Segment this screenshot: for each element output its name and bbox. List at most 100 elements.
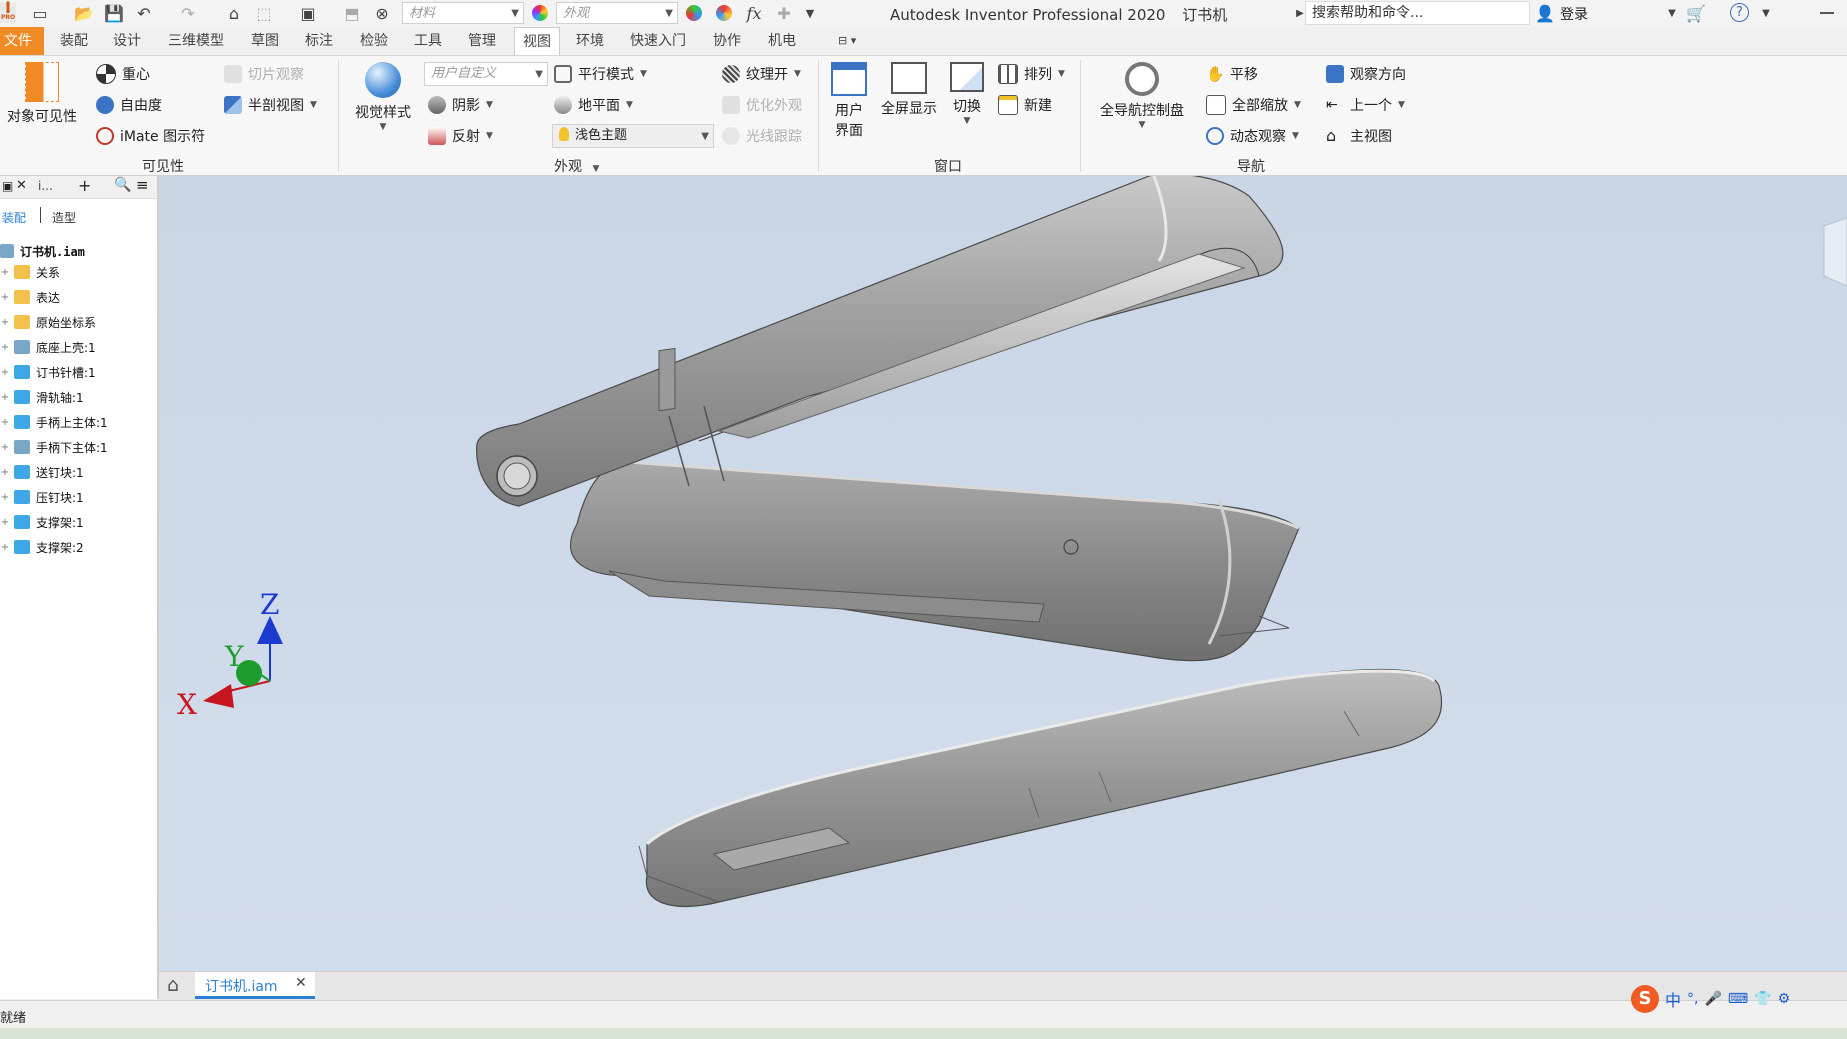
cart-icon[interactable]: 🛒 — [1686, 3, 1706, 23]
ime-lang[interactable]: 中 — [1665, 987, 1681, 1011]
tab-file[interactable]: 文件 — [0, 27, 44, 55]
pan-button[interactable]: ✋ 平移 — [1206, 64, 1258, 84]
stapler-base[interactable] — [638, 668, 1443, 908]
viewcube[interactable] — [1823, 217, 1847, 287]
expand-icon[interactable]: + — [0, 417, 10, 428]
texture-on-button[interactable]: 纹理开 ▼ — [722, 64, 801, 84]
redo-icon[interactable]: ↷ — [178, 3, 198, 23]
document-tab[interactable]: 订书机.iam ✕ — [195, 972, 315, 999]
home-view-button[interactable]: ⌂ 主视图 — [1326, 126, 1392, 146]
tab-sketch[interactable]: 草图 — [243, 27, 287, 55]
select-icon[interactable]: ⬚ — [254, 3, 274, 23]
tab-assemble[interactable]: 装配 — [52, 27, 96, 55]
stapler-model[interactable]: Z Y X — [159, 176, 1847, 971]
optimize-appearance-button[interactable]: 优化外观 — [722, 95, 802, 115]
clear-appearance-icon[interactable] — [714, 3, 734, 23]
help-search-input[interactable]: 搜索帮助和命令... — [1305, 1, 1530, 25]
function-icon[interactable]: fx — [744, 3, 764, 23]
new-window-button[interactable]: 新建 — [998, 95, 1052, 115]
search-icon[interactable]: 🔍 — [114, 177, 131, 193]
reflections-button[interactable]: 反射 ▼ — [428, 126, 493, 146]
pin-icon[interactable]: ▣ — [2, 179, 13, 193]
measure-icon[interactable]: ▣ — [298, 3, 318, 23]
stapler-lower-handle[interactable] — [569, 460, 1300, 662]
skin-icon[interactable]: 👕 — [1754, 991, 1771, 1007]
previous-view-button[interactable]: ⇤ 上一个 ▼ — [1326, 95, 1405, 115]
arrange-button[interactable]: 排列 ▼ — [998, 64, 1065, 84]
menu-icon[interactable]: ≡ — [136, 176, 149, 194]
user-icon[interactable]: 👤 — [1535, 3, 1555, 23]
tab-get-started[interactable]: 快速入门 — [622, 27, 694, 55]
add-tab-icon[interactable]: + — [78, 176, 91, 195]
mode-assembly-tab[interactable]: 装配 — [2, 209, 26, 226]
toolbox-icon[interactable]: ⚙ — [1778, 991, 1791, 1007]
zoom-all-button[interactable]: 全部缩放 ▼ — [1206, 95, 1301, 115]
save-icon[interactable]: 💾 — [104, 3, 124, 23]
half-section-button[interactable]: 半剖视图 ▼ — [224, 95, 317, 115]
user-interface-button[interactable]: 用户 界面 — [826, 62, 872, 140]
tree-item[interactable]: + 支撑架:1 — [0, 511, 84, 533]
tab-design[interactable]: 设计 — [105, 27, 149, 55]
add-icon[interactable]: ✚ — [774, 3, 794, 23]
tab-environments[interactable]: 环境 — [568, 27, 612, 55]
customize-dropdown-icon[interactable]: ▼ — [800, 3, 820, 23]
stapler-upper-handle[interactable] — [476, 176, 1284, 507]
tab-inspect[interactable]: 检验 — [352, 27, 396, 55]
home-icon[interactable]: ⌂ — [224, 3, 244, 23]
orbit-button[interactable]: 动态观察 ▼ — [1206, 126, 1299, 146]
expand-icon[interactable]: + — [0, 342, 10, 353]
ime-toolbar[interactable]: S 中 °, 🎤 ⌨ 👕 ⚙ — [1631, 985, 1790, 1013]
expand-icon[interactable]: + — [0, 492, 10, 503]
tree-item[interactable]: + 压钉块:1 — [0, 486, 84, 508]
tree-item[interactable]: + 滑轨轴:1 — [0, 386, 84, 408]
tree-item[interactable]: + 手柄上主体:1 — [0, 411, 108, 433]
graphics-viewport[interactable]: Z Y X — [159, 176, 1847, 971]
close-icon[interactable]: ✕ — [16, 178, 27, 193]
tree-item[interactable]: + 底座上壳:1 — [0, 336, 96, 358]
slice-graphics-button[interactable]: 切片观察 — [224, 64, 304, 84]
center-of-gravity-button[interactable]: 重心 — [96, 64, 150, 84]
close-tab-icon[interactable]: ✕ — [295, 975, 307, 991]
dof-button[interactable]: 自由度 — [96, 95, 162, 115]
open-folder-icon[interactable]: 📂 — [74, 3, 94, 23]
tab-annotate[interactable]: 标注 — [297, 27, 341, 55]
tab-manage[interactable]: 管理 — [460, 27, 504, 55]
full-nav-wheel-button[interactable]: 全导航控制盘 ▼ — [1092, 62, 1192, 130]
appearance-group-label[interactable]: 外观 ▼ — [554, 156, 599, 176]
lighting-style-combo[interactable]: 浅色主题 ▼ — [552, 124, 714, 148]
expand-icon[interactable]: + — [0, 467, 10, 478]
tab-electromechanical[interactable]: 机电 — [760, 27, 804, 55]
expand-icon[interactable]: + — [0, 367, 10, 378]
visual-style-button[interactable]: 视觉样式 ▼ — [348, 62, 418, 132]
expand-icon[interactable]: + — [0, 267, 10, 278]
tab-3d-model[interactable]: 三维模型 — [160, 27, 232, 55]
new-file-icon[interactable]: ▭ — [30, 3, 50, 23]
imate-glyph-button[interactable]: iMate 图示符 — [96, 126, 205, 146]
tab-tools[interactable]: 工具 — [406, 27, 450, 55]
sogou-icon[interactable]: S — [1631, 985, 1659, 1013]
tree-root[interactable]: 订书机.iam — [0, 240, 85, 262]
app-logo[interactable]: I PRO — [0, 0, 16, 23]
projection-mode-button[interactable]: 平行模式 ▼ — [554, 64, 647, 84]
ground-plane-button[interactable]: 地平面 ▼ — [554, 95, 633, 115]
expand-icon[interactable]: + — [0, 542, 10, 553]
tree-item[interactable]: + 订书针槽:1 — [0, 361, 96, 383]
expand-icon[interactable]: + — [0, 292, 10, 303]
minimize-icon[interactable] — [1820, 12, 1834, 14]
expand-icon[interactable]: + — [0, 517, 10, 528]
shadows-button[interactable]: 阴影 ▼ — [428, 95, 493, 115]
tree-item[interactable]: + 送钉块:1 — [0, 461, 84, 483]
login-link[interactable]: 登录 — [1560, 4, 1588, 24]
material-combo[interactable]: 材料 ▼ — [402, 2, 524, 24]
appearance-combo[interactable]: 外观 ▼ — [556, 2, 678, 24]
help-icon[interactable]: ? — [1730, 3, 1749, 22]
browser-tab[interactable]: i... — [38, 179, 53, 193]
full-screen-button[interactable]: 全屏显示 — [876, 62, 942, 118]
mic-icon[interactable]: 🎤 — [1704, 991, 1721, 1007]
panel-toggle-icon[interactable]: ⊟ ▾ — [830, 27, 864, 55]
switch-window-button[interactable]: 切换 ▼ — [942, 62, 992, 126]
tree-item[interactable]: + 手柄下主体:1 — [0, 436, 108, 458]
home-icon[interactable]: ⌂ — [167, 974, 179, 996]
cleanup-icon[interactable]: ⊗ — [372, 3, 392, 23]
expand-icon[interactable]: + — [0, 392, 10, 403]
